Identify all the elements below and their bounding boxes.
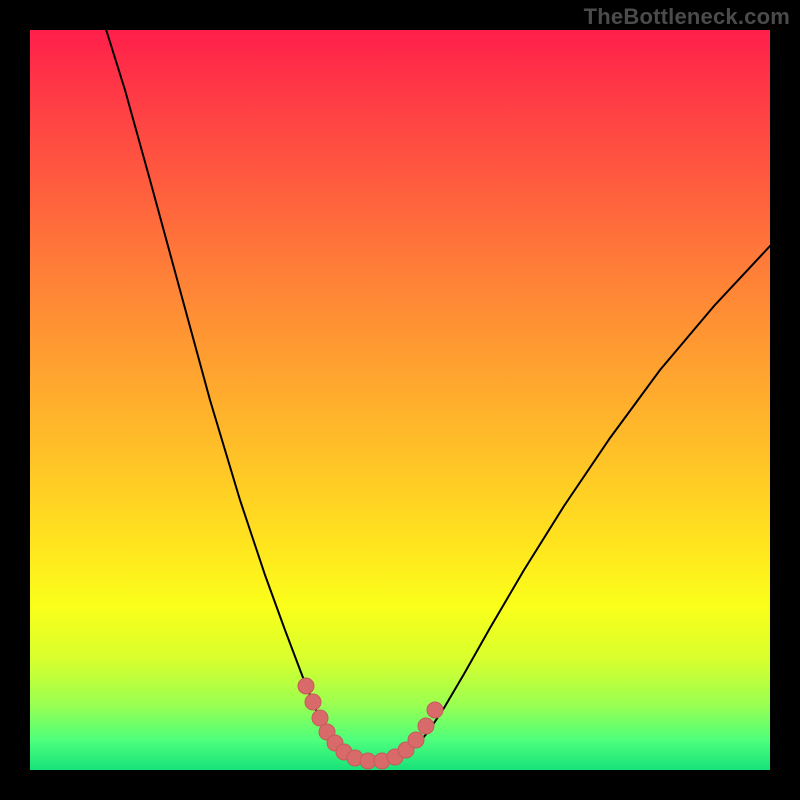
trough-bead — [418, 718, 434, 734]
trough-bead — [427, 702, 443, 718]
trough-bead — [298, 678, 314, 694]
trough-bead — [408, 732, 424, 748]
watermark-text: TheBottleneck.com — [584, 4, 790, 30]
plot-area — [30, 30, 770, 770]
curve-left-branch — [100, 10, 366, 761]
trough-bead — [305, 694, 321, 710]
chart-frame: TheBottleneck.com — [0, 0, 800, 800]
curve-right-branch — [366, 246, 770, 761]
curve-layer — [30, 30, 770, 770]
trough-bead — [312, 710, 328, 726]
trough-beads — [298, 678, 443, 769]
